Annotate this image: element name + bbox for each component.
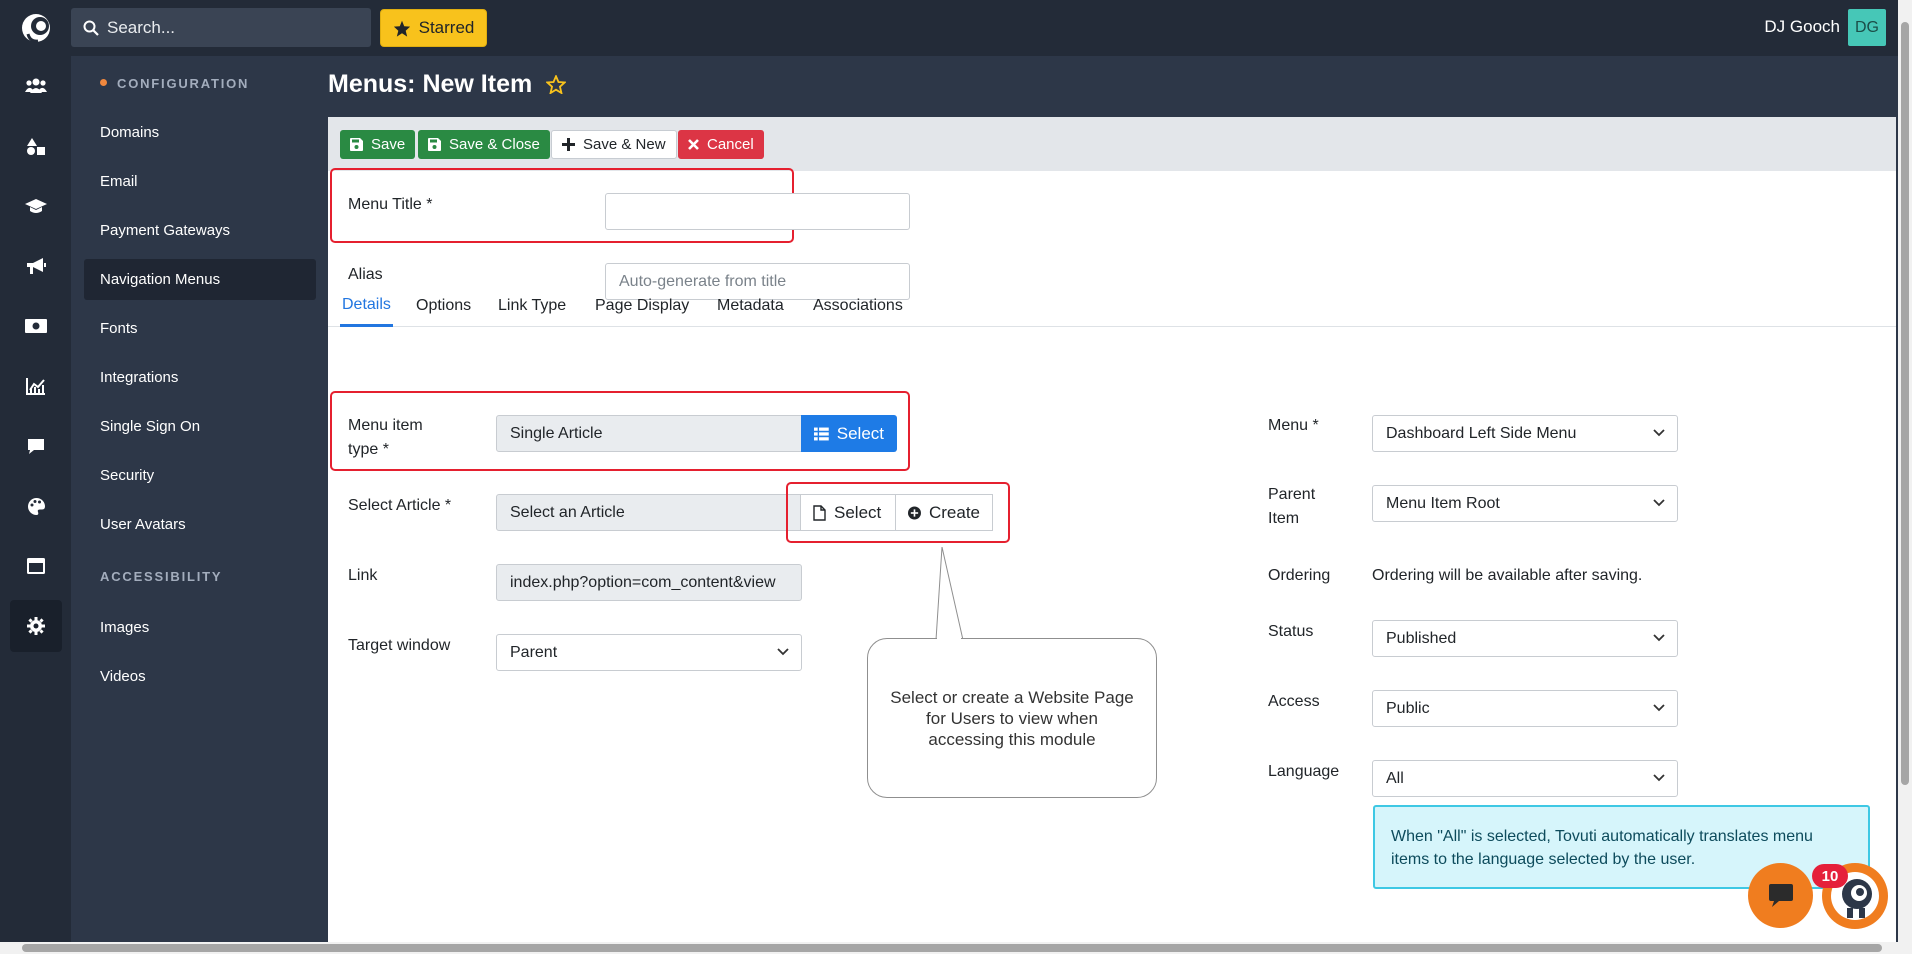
- parent-item-select[interactable]: Menu Item Root: [1372, 485, 1678, 522]
- chevron-down-icon: [1653, 704, 1665, 712]
- chevron-down-icon: [1653, 634, 1665, 642]
- vertical-scrollbar[interactable]: [1898, 0, 1912, 942]
- notification-badge: 10: [1812, 864, 1848, 888]
- floppy-disk-icon: [428, 138, 441, 151]
- sidebar-item-images[interactable]: Images: [84, 607, 316, 648]
- top-bar: Search... Starred DJ Gooch DG: [0, 0, 1912, 56]
- vertical-scrollbar-thumb[interactable]: [1901, 22, 1909, 785]
- megaphone-icon[interactable]: [10, 240, 62, 292]
- access-label: Access: [1268, 693, 1320, 710]
- search-input[interactable]: Search...: [71, 8, 371, 47]
- sidebar-item-videos[interactable]: Videos: [84, 656, 316, 697]
- target-window-select[interactable]: Parent: [496, 634, 802, 671]
- parent-item-label: Parent Item: [1268, 486, 1316, 527]
- page-title: Menus: New Item: [328, 70, 567, 99]
- ordering-value: Ordering will be available after saving.: [1372, 567, 1643, 584]
- sidebar-item-integrations[interactable]: Integrations: [84, 357, 316, 398]
- floppy-disk-icon: [350, 138, 363, 151]
- horizontal-scrollbar[interactable]: [0, 942, 1912, 954]
- sidebar-item-fonts[interactable]: Fonts: [84, 308, 316, 349]
- starred-button[interactable]: Starred: [380, 9, 487, 47]
- access-select[interactable]: Public: [1372, 690, 1678, 727]
- select-article-label: Select Article *: [348, 497, 452, 514]
- ordering-label: Ordering: [1268, 567, 1331, 584]
- menu-item-type-select-button[interactable]: Select: [801, 415, 897, 452]
- horizontal-scrollbar-thumb[interactable]: [22, 944, 1882, 952]
- language-label: Language: [1268, 763, 1340, 780]
- star-outline-icon[interactable]: [546, 75, 567, 94]
- comment-icon[interactable]: [10, 420, 62, 472]
- plus-circle-icon: [908, 506, 921, 519]
- window-icon[interactable]: [10, 540, 62, 592]
- tab-associations[interactable]: Associations: [813, 285, 903, 327]
- tab-bar: Details Options Link Type Page Display M…: [328, 285, 1896, 327]
- users-icon[interactable]: [10, 60, 62, 112]
- save-close-button[interactable]: Save & Close: [418, 130, 550, 159]
- save-new-button[interactable]: Save & New: [551, 130, 677, 159]
- sidebar-item-payment-gateways[interactable]: Payment Gateways: [84, 210, 316, 251]
- language-select[interactable]: All: [1372, 760, 1678, 797]
- menu-label: Menu *: [1268, 417, 1319, 434]
- menu-title-input[interactable]: [605, 193, 910, 230]
- tab-metadata[interactable]: Metadata: [717, 285, 784, 327]
- palette-icon[interactable]: [10, 480, 62, 532]
- tab-page-display[interactable]: Page Display: [595, 285, 689, 327]
- avatar[interactable]: DG: [1848, 9, 1886, 46]
- gear-icon[interactable]: [10, 600, 62, 652]
- menu-item-type-field: Single Article: [496, 415, 810, 452]
- link-label: Link: [348, 567, 378, 584]
- configuration-sidebar: CONFIGURATION Domains Email Payment Gate…: [71, 56, 328, 942]
- star-icon: [393, 20, 410, 37]
- close-icon: [688, 139, 699, 150]
- section-accessibility: ACCESSIBILITY: [100, 569, 223, 584]
- cancel-button[interactable]: Cancel: [678, 130, 764, 159]
- file-icon: [813, 504, 826, 521]
- article-select-button[interactable]: Select: [800, 494, 896, 531]
- sidebar-item-navigation-menus[interactable]: Navigation Menus: [84, 259, 316, 300]
- search-icon: [83, 20, 99, 36]
- sidebar-item-email[interactable]: Email: [84, 161, 316, 202]
- chevron-down-icon: [1653, 499, 1665, 507]
- tovuti-logo-icon[interactable]: [20, 12, 54, 44]
- chart-icon[interactable]: [10, 360, 62, 412]
- chat-bubble-icon: [1768, 883, 1793, 907]
- starred-label: Starred: [418, 18, 475, 37]
- alias-label: Alias: [348, 266, 383, 283]
- callout-tail-join: [937, 636, 961, 640]
- tab-options[interactable]: Options: [416, 285, 471, 327]
- sidebar-item-security[interactable]: Security: [84, 455, 316, 496]
- list-icon: [814, 427, 829, 440]
- graduation-cap-icon[interactable]: [10, 180, 62, 232]
- orange-dot-icon: [100, 79, 107, 86]
- save-button[interactable]: Save: [340, 130, 416, 159]
- chevron-down-icon: [1653, 774, 1665, 782]
- menu-select[interactable]: Dashboard Left Side Menu: [1372, 415, 1678, 452]
- plus-icon: [562, 138, 575, 151]
- section-configuration: CONFIGURATION: [100, 76, 249, 91]
- search-placeholder: Search...: [107, 17, 176, 37]
- status-label: Status: [1268, 623, 1314, 640]
- tab-link-type[interactable]: Link Type: [498, 285, 566, 327]
- icon-rail: [0, 56, 71, 942]
- target-window-label: Target window: [348, 637, 451, 654]
- sidebar-item-domains[interactable]: Domains: [84, 112, 316, 153]
- menu-item-type-label: Menu item type *: [348, 417, 423, 458]
- chevron-down-icon: [1653, 429, 1665, 437]
- menu-title-label: Menu Title *: [348, 196, 433, 213]
- sidebar-item-single-sign-on[interactable]: Single Sign On: [84, 406, 316, 447]
- article-create-button[interactable]: Create: [895, 494, 993, 531]
- tab-details[interactable]: Details: [340, 285, 393, 327]
- select-article-field: Select an Article: [496, 494, 810, 531]
- shapes-icon[interactable]: [10, 120, 62, 172]
- sidebar-item-user-avatars[interactable]: User Avatars: [84, 504, 316, 545]
- callout-tail: [935, 547, 964, 641]
- callout-tooltip: Select or create a Website Page for User…: [867, 638, 1157, 798]
- chat-button[interactable]: [1748, 863, 1813, 928]
- link-field: index.php?option=com_content&view: [496, 564, 802, 601]
- chevron-down-icon: [777, 648, 789, 656]
- user-name[interactable]: DJ Gooch: [1764, 17, 1840, 37]
- toolbar: Save Save & Close Save & New Cancel: [328, 117, 1896, 171]
- status-select[interactable]: Published: [1372, 620, 1678, 657]
- money-icon[interactable]: [10, 300, 62, 352]
